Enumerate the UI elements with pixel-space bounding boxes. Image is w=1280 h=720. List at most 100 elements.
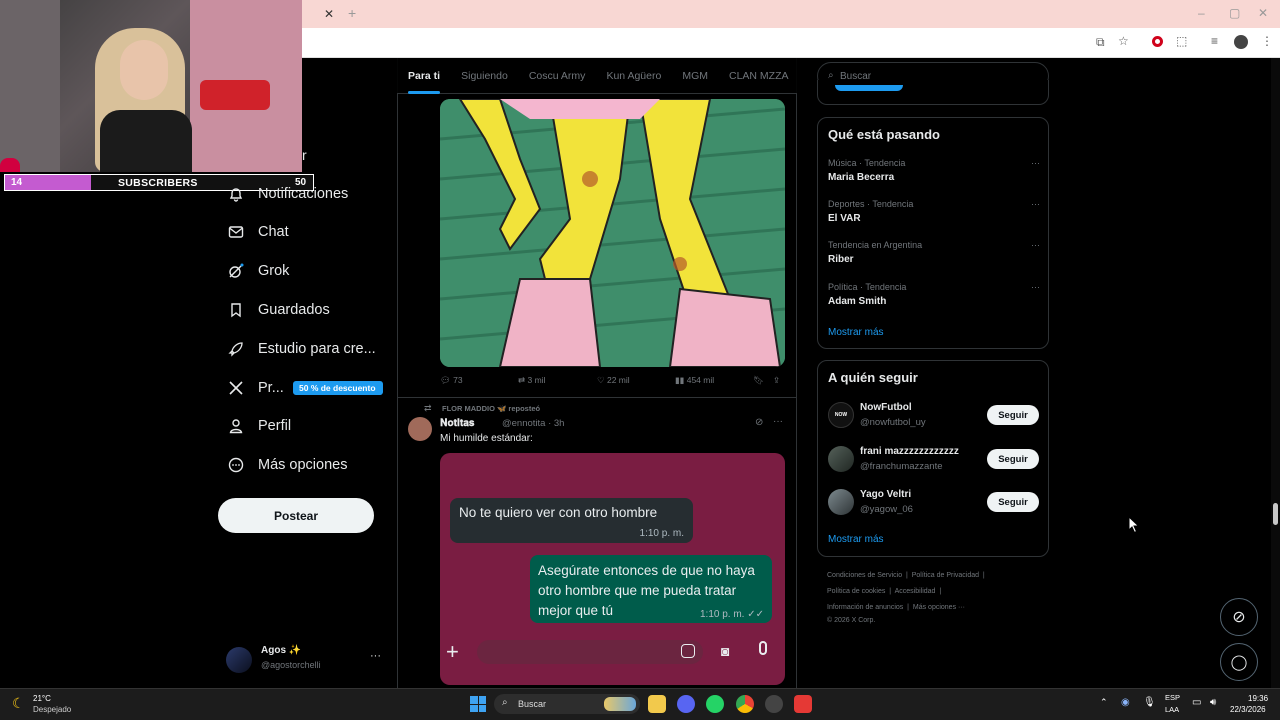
- search-icon: ⌕: [502, 697, 508, 708]
- grok-explain-icon[interactable]: ⊘: [755, 417, 763, 428]
- tab-kun-aguero[interactable]: Kun Agüero: [606, 58, 661, 94]
- media-icon[interactable]: ≡: [1211, 34, 1218, 48]
- trend-name: Adam Smith: [828, 296, 887, 307]
- received-time: 1:10 p. m.: [639, 528, 684, 539]
- follow-suggestion[interactable]: Yago Veltri @yagow_06 Seguir: [828, 488, 1040, 516]
- cartoon-illustration: [440, 99, 785, 367]
- trend-category: Tendencia en Argentina: [828, 240, 923, 250]
- minimize-icon[interactable]: –: [1198, 6, 1205, 20]
- weather-desc[interactable]: Despejado: [33, 705, 71, 714]
- plus-icon: +: [446, 639, 459, 664]
- scrollbar-thumb[interactable]: [1273, 503, 1278, 525]
- post-more-icon[interactable]: ···: [773, 416, 783, 427]
- weather-temp[interactable]: 21°C: [33, 694, 51, 703]
- whatsapp-icon[interactable]: [706, 695, 724, 713]
- bookmark-button[interactable]: 🔖︎: [753, 375, 764, 386]
- nav-profile[interactable]: Perfil: [228, 414, 291, 438]
- nav-chat[interactable]: Chat: [228, 220, 289, 244]
- trend-more-icon[interactable]: ···: [1031, 240, 1040, 250]
- clock-date[interactable]: 22/3/2026: [1230, 705, 1266, 714]
- follow-suggestion[interactable]: NOW NowFutbol @nowfutbol_uy Seguir: [828, 401, 1040, 429]
- footer-link[interactable]: Más opciones ···: [913, 604, 965, 611]
- close-tab-icon[interactable]: ✕: [324, 7, 334, 21]
- footer-link[interactable]: Condiciones de Servicio: [827, 572, 902, 579]
- views-button[interactable]: ▮▮ 454 mil: [675, 375, 714, 386]
- profile-avatar-icon[interactable]: [1234, 35, 1248, 49]
- reply-button[interactable]: 💬︎ 73: [440, 375, 463, 386]
- suggestion-handle: @yagow_06: [860, 504, 913, 515]
- post-media-chat-screenshot[interactable]: No te quiero ver con otro hombre 1:10 p.…: [440, 453, 785, 685]
- obs-icon[interactable]: [765, 695, 783, 713]
- nav-more-options[interactable]: Más opciones: [228, 453, 347, 477]
- messages-floating-button[interactable]: ◯: [1220, 643, 1258, 681]
- star-icon[interactable]: ☆: [1118, 34, 1129, 48]
- post-author[interactable]: 𝐍𝐨𝐭𝐢𝐭𝐚𝐬: [440, 418, 474, 429]
- tray-app-icon[interactable]: ◉: [1121, 697, 1130, 708]
- taskbar-search-input[interactable]: Buscar: [518, 699, 546, 709]
- follow-button[interactable]: Seguir: [987, 405, 1039, 425]
- volume-icon[interactable]: 🔊︎: [1210, 697, 1216, 708]
- tray-mic-icon[interactable]: 🎙︎: [1143, 697, 1156, 708]
- footer-link[interactable]: Información de anuncios: [827, 604, 903, 611]
- nav-grok[interactable]: Grok: [228, 259, 289, 283]
- tray-chevron-icon[interactable]: ⌃: [1100, 697, 1108, 708]
- tab-mgm[interactable]: MGM: [682, 58, 708, 94]
- repost-button[interactable]: ⇄ 3 mil: [518, 375, 545, 386]
- tab-following[interactable]: Siguiendo: [461, 58, 508, 94]
- grok-floating-button[interactable]: ⊘: [1220, 598, 1258, 636]
- follow-button[interactable]: Seguir: [987, 449, 1039, 469]
- nav-creator-studio[interactable]: Estudio para cre...: [228, 337, 376, 361]
- like-button[interactable]: ♡ 22 mil: [597, 375, 630, 386]
- opera-icon[interactable]: [1152, 36, 1163, 47]
- taskbar-search[interactable]: ⌕ Buscar: [494, 694, 640, 714]
- nav-notifications[interactable]: Notificaciones: [228, 182, 348, 206]
- follow-show-more[interactable]: Mostrar más: [828, 534, 884, 545]
- trend-more-icon[interactable]: ···: [1031, 282, 1040, 292]
- previous-card-bottom: [817, 80, 1049, 105]
- chrome-icon[interactable]: [736, 695, 754, 713]
- trend-item[interactable]: Música · Tendencia Maria Becerra ···: [828, 158, 1040, 183]
- trend-item[interactable]: Tendencia en Argentina Riber ···: [828, 240, 1040, 265]
- language-bottom[interactable]: LAA: [1165, 705, 1179, 714]
- language-top[interactable]: ESP: [1165, 693, 1180, 702]
- network-icon[interactable]: ▭: [1192, 697, 1201, 708]
- scrollbar[interactable]: [1271, 58, 1280, 688]
- avatar[interactable]: [408, 417, 432, 441]
- close-window-icon[interactable]: ✕: [1258, 6, 1268, 20]
- share-icon[interactable]: ⇪: [773, 375, 780, 386]
- account-handle: @agostorchelli: [261, 660, 321, 670]
- post-button[interactable]: Postear: [218, 498, 374, 533]
- tab-clan-mzza[interactable]: CLAN MZZA: [729, 58, 789, 94]
- footer-link[interactable]: Accesibilidad: [895, 588, 936, 595]
- windows-start-icon[interactable]: [470, 696, 486, 712]
- nav-bookmarks[interactable]: Guardados: [228, 298, 330, 322]
- maximize-icon[interactable]: ▢: [1229, 6, 1240, 20]
- trend-item[interactable]: Deportes · Tendencia El VAR ···: [828, 199, 1040, 224]
- sent-time: 1:10 p. m. ✓✓: [696, 609, 764, 620]
- trends-show-more[interactable]: Mostrar más: [828, 327, 884, 338]
- app-icon[interactable]: [794, 695, 812, 713]
- account-switcher[interactable]: Agos ✨ @agostorchelli ···: [226, 645, 386, 675]
- new-tab-icon[interactable]: +: [348, 6, 356, 20]
- subscriber-count: 14: [11, 177, 23, 188]
- discord-icon[interactable]: [677, 695, 695, 713]
- trend-more-icon[interactable]: ···: [1031, 199, 1040, 209]
- clock-time[interactable]: 19:36: [1248, 694, 1268, 703]
- file-explorer-icon[interactable]: [648, 695, 666, 713]
- post-media-image[interactable]: [440, 99, 785, 367]
- browser-menu-icon[interactable]: ⋮: [1261, 34, 1273, 48]
- extensions-icon[interactable]: ⬚: [1176, 34, 1187, 48]
- nav-premium[interactable]: Pr...: [228, 376, 284, 400]
- follow-button[interactable]: Seguir: [987, 492, 1039, 512]
- footer-link[interactable]: Política de cookies: [827, 588, 885, 595]
- tab-for-you[interactable]: Para ti: [408, 58, 441, 94]
- follow-suggestion[interactable]: frani mazzzzzzzzzzzz @franchumazzante Se…: [828, 445, 1040, 473]
- trend-item[interactable]: Política · Tendencia Adam Smith ···: [828, 282, 1040, 307]
- install-app-icon[interactable]: ⧉: [1096, 35, 1105, 49]
- footer-link[interactable]: Política de Privacidad: [912, 572, 979, 579]
- reposted-by[interactable]: FLOR MADDIO 🦋 reposteó: [442, 404, 540, 413]
- trend-name: Maria Becerra: [828, 172, 895, 183]
- nav-label: Más opciones: [258, 457, 348, 473]
- tab-coscu-army[interactable]: Coscu Army: [529, 58, 586, 94]
- trend-more-icon[interactable]: ···: [1031, 158, 1040, 168]
